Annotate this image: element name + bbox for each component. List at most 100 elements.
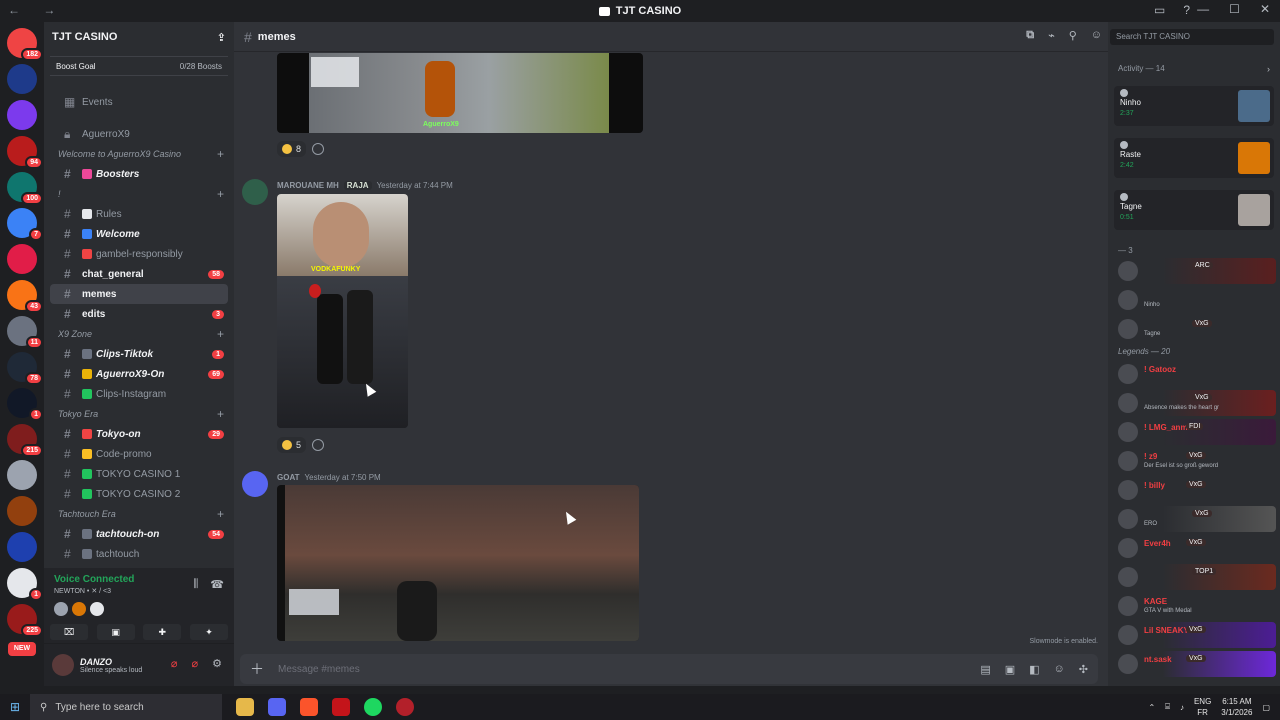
gear-icon[interactable]: ⚙ xyxy=(212,657,222,670)
close-button[interactable]: ✕ xyxy=(1260,2,1270,16)
maximize-button[interactable]: ☐ xyxy=(1229,2,1240,16)
server-icon[interactable]: 215 xyxy=(7,424,43,457)
discord-icon[interactable] xyxy=(268,698,286,716)
server-icon[interactable]: 94 xyxy=(7,136,43,169)
message-input[interactable]: Message #memes xyxy=(278,664,360,675)
taskbar-search[interactable]: ⚲ Type here to search xyxy=(30,694,222,720)
member-row[interactable]: Ninho xyxy=(1114,287,1276,313)
server-icon[interactable] xyxy=(7,460,37,490)
apps-icon[interactable]: ✣ xyxy=(1079,663,1088,676)
pin-icon[interactable]: ⚲ xyxy=(1069,29,1077,42)
member-row[interactable]: Absence makes the heart gr VxG xyxy=(1114,390,1276,416)
channel-gambel-responsibly[interactable]: # gambel-responsibly xyxy=(50,244,228,264)
channel-clips-tiktok[interactable]: # Clips-Tiktok 1 xyxy=(50,344,228,364)
add-reaction-icon[interactable] xyxy=(312,143,325,155)
user-info[interactable]: DANZO Silence speaks loud xyxy=(80,657,142,674)
member-row[interactable]: nt.sask VxG xyxy=(1114,651,1276,677)
server-icon[interactable]: 78 xyxy=(7,352,43,385)
server-icon[interactable]: 43 xyxy=(7,280,43,313)
author-name[interactable]: MAROUANE MH xyxy=(277,181,339,190)
server-icon[interactable]: 1 xyxy=(7,568,43,601)
server-icon[interactable]: 1 xyxy=(7,388,43,421)
channel-tokyo-on[interactable]: # Tokyo-on 29 xyxy=(50,424,228,444)
channel-memes[interactable]: # memes xyxy=(50,284,228,304)
disconnect-icon[interactable]: ☎ xyxy=(210,578,224,591)
channel-tachtouch[interactable]: # tachtouch xyxy=(50,544,228,564)
network-icon[interactable]: ⌸ xyxy=(1165,702,1170,712)
member-row[interactable]: ! z9 Der Esel ist so groß geword VxG xyxy=(1114,448,1276,474)
channel-category[interactable]: ! + xyxy=(50,184,228,204)
add-channel-icon[interactable]: + xyxy=(217,407,228,421)
windows-start-icon[interactable]: ⊞ xyxy=(0,700,30,714)
nav-arrows[interactable]: ← → xyxy=(8,3,65,17)
acrobat-icon[interactable] xyxy=(332,698,350,716)
emoji-icon[interactable]: ☺ xyxy=(1054,663,1065,676)
add-channel-icon[interactable]: + xyxy=(217,507,228,521)
channel-aguerrox9-on[interactable]: # AguerroX9-On 69 xyxy=(50,364,228,384)
noise-suppression-icon[interactable]: ⫼ xyxy=(193,578,198,591)
chevron-right-icon[interactable]: › xyxy=(1267,64,1270,74)
add-channel-icon[interactable]: + xyxy=(217,327,228,341)
mute-icon[interactable]: ⌀ xyxy=(171,657,178,670)
members-icon[interactable]: ☺ xyxy=(1091,29,1102,42)
reaction[interactable]: 5 xyxy=(277,437,307,453)
add-reaction-icon[interactable] xyxy=(312,439,325,451)
brave-icon[interactable] xyxy=(300,698,318,716)
server-icon[interactable]: 11 xyxy=(7,316,43,349)
channel-category[interactable]: X9 Zone + xyxy=(50,324,228,344)
server-icon[interactable]: 7 xyxy=(7,208,43,241)
volume-icon[interactable]: ♪ xyxy=(1180,703,1184,712)
participant-avatar[interactable] xyxy=(72,602,86,616)
events-item[interactable]: ▦ Events xyxy=(50,92,228,112)
inbox-icon[interactable]: ▭ xyxy=(1154,3,1165,17)
member-row[interactable]: ! Gatooz xyxy=(1114,361,1276,387)
search-input[interactable]: Search TJT CASINO xyxy=(1110,29,1274,45)
member-row[interactable]: TOP1 xyxy=(1114,564,1276,590)
clock[interactable]: 6:15 AM 3/1/2026 xyxy=(1221,696,1252,718)
server-icon[interactable]: 225 xyxy=(7,604,43,637)
member-row[interactable]: Ever4h VxG xyxy=(1114,535,1276,561)
channel-category[interactable]: Welcome to AguerroX9 Casino + xyxy=(50,144,228,164)
channel-category[interactable]: Tokyo Era + xyxy=(50,404,228,424)
channel-tokyo-casino-1[interactable]: # TOKYO CASINO 1 xyxy=(50,464,228,484)
reaction[interactable]: 8 xyxy=(277,141,307,157)
media-app-icon[interactable] xyxy=(396,698,414,716)
sticker-icon[interactable]: ◧ xyxy=(1029,663,1039,676)
gift-icon[interactable]: ▤ xyxy=(980,663,990,676)
member-row[interactable]: Lil SNEAKY VxG xyxy=(1114,622,1276,648)
gif-icon[interactable]: ▣ xyxy=(1005,663,1015,676)
channel-edits[interactable]: # edits 3 xyxy=(50,304,228,324)
server-icon[interactable]: 100 xyxy=(7,172,43,205)
channel-welcome[interactable]: # Welcome xyxy=(50,224,228,244)
channel-tachtouch-on[interactable]: # tachtouch-on 54 xyxy=(50,524,228,544)
channel-tokyo-casino-2[interactable]: # TOKYO CASINO 2 xyxy=(50,484,228,504)
server-icon[interactable] xyxy=(7,64,37,94)
camera-off-button[interactable]: ⌧ xyxy=(50,624,88,640)
new-badge[interactable]: NEW xyxy=(8,642,36,656)
author-name[interactable]: GOAT xyxy=(277,473,300,482)
message-composer[interactable]: ＋ Message #memes ▤ ▣ ◧ ☺ ✣ xyxy=(240,654,1098,684)
channel-boosters[interactable]: # Boosters xyxy=(50,164,228,184)
server-icon[interactable]: 182 xyxy=(7,28,43,61)
video-attachment[interactable] xyxy=(277,485,639,641)
member-row[interactable]: ERO VxG xyxy=(1114,506,1276,532)
deafen-icon[interactable]: ⌀ xyxy=(192,657,199,670)
member-row[interactable]: ! billy VxG xyxy=(1114,477,1276,503)
screen-share-button[interactable]: ▣ xyxy=(96,624,135,640)
language-indicator[interactable]: ENG FR xyxy=(1194,696,1211,718)
channel-rules[interactable]: # Rules xyxy=(50,204,228,224)
video-attachment[interactable]: AguerroX9 xyxy=(277,53,643,133)
participant-avatar[interactable] xyxy=(54,602,68,616)
server-icon[interactable] xyxy=(7,244,37,274)
member-row[interactable]: ARC xyxy=(1114,258,1276,284)
server-icon[interactable] xyxy=(7,496,37,526)
help-icon[interactable]: ? xyxy=(1183,3,1190,17)
file-explorer-icon[interactable] xyxy=(236,698,254,716)
add-channel-icon[interactable]: + xyxy=(217,147,228,161)
video-attachment[interactable]: VODKAFUNKY xyxy=(277,194,408,428)
voice-status[interactable]: Voice Connected xyxy=(54,574,134,585)
activity-card[interactable]: Raste 2:42 xyxy=(1114,138,1274,178)
guild-settings-icon[interactable]: ⇪ xyxy=(217,31,226,44)
tray-overflow-icon[interactable]: ⌃ xyxy=(1148,703,1155,712)
add-channel-icon[interactable]: + xyxy=(217,187,228,201)
